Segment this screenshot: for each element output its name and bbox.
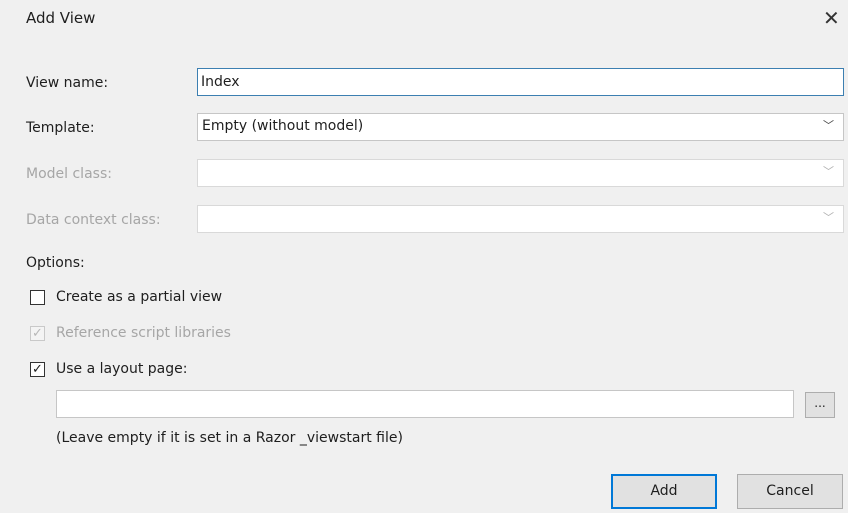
view-name-input[interactable]: [198, 70, 821, 94]
template-selected-value: Empty (without model): [202, 118, 364, 134]
layout-page-input[interactable]: [60, 392, 784, 418]
use-layout-label: Use a layout page:: [56, 361, 188, 377]
data-context-class-select: ﹀: [197, 205, 844, 233]
template-label: Template:: [26, 120, 95, 136]
layout-page-field[interactable]: [56, 390, 794, 418]
dialog-title: Add View: [26, 9, 96, 27]
chevron-down-icon: ﹀: [823, 165, 834, 178]
checkmark-icon: ✓: [32, 361, 43, 377]
partial-view-option[interactable]: Create as a partial view: [30, 287, 222, 307]
options-heading: Options:: [26, 255, 85, 271]
checkmark-icon: ✓: [32, 325, 43, 341]
cancel-button[interactable]: Cancel: [737, 474, 843, 509]
template-select[interactable]: Empty (without model) ﹀: [197, 113, 844, 141]
model-class-select: ﹀: [197, 159, 844, 187]
reference-scripts-label: Reference script libraries: [56, 325, 231, 341]
view-name-field[interactable]: [197, 68, 844, 96]
reference-scripts-option: ✓ Reference script libraries: [30, 323, 231, 343]
chevron-down-icon: ﹀: [823, 211, 834, 224]
data-context-class-label: Data context class:: [26, 212, 161, 228]
use-layout-checkbox[interactable]: ✓: [30, 361, 45, 377]
partial-view-checkbox[interactable]: [30, 289, 45, 305]
model-class-label: Model class:: [26, 166, 112, 182]
view-name-label: View name:: [26, 75, 109, 91]
add-view-dialog: Add View ✕ View name: Template: Empty (w…: [0, 0, 848, 513]
layout-hint-text: (Leave empty if it is set in a Razor _vi…: [56, 430, 403, 446]
browse-button[interactable]: ...: [805, 392, 835, 418]
use-layout-option[interactable]: ✓ Use a layout page:: [30, 359, 187, 379]
reference-scripts-checkbox: ✓: [30, 325, 45, 341]
close-icon[interactable]: ✕: [823, 4, 840, 32]
partial-view-label: Create as a partial view: [56, 289, 223, 305]
chevron-down-icon[interactable]: ﹀: [823, 117, 834, 133]
add-button[interactable]: Add: [611, 474, 717, 509]
